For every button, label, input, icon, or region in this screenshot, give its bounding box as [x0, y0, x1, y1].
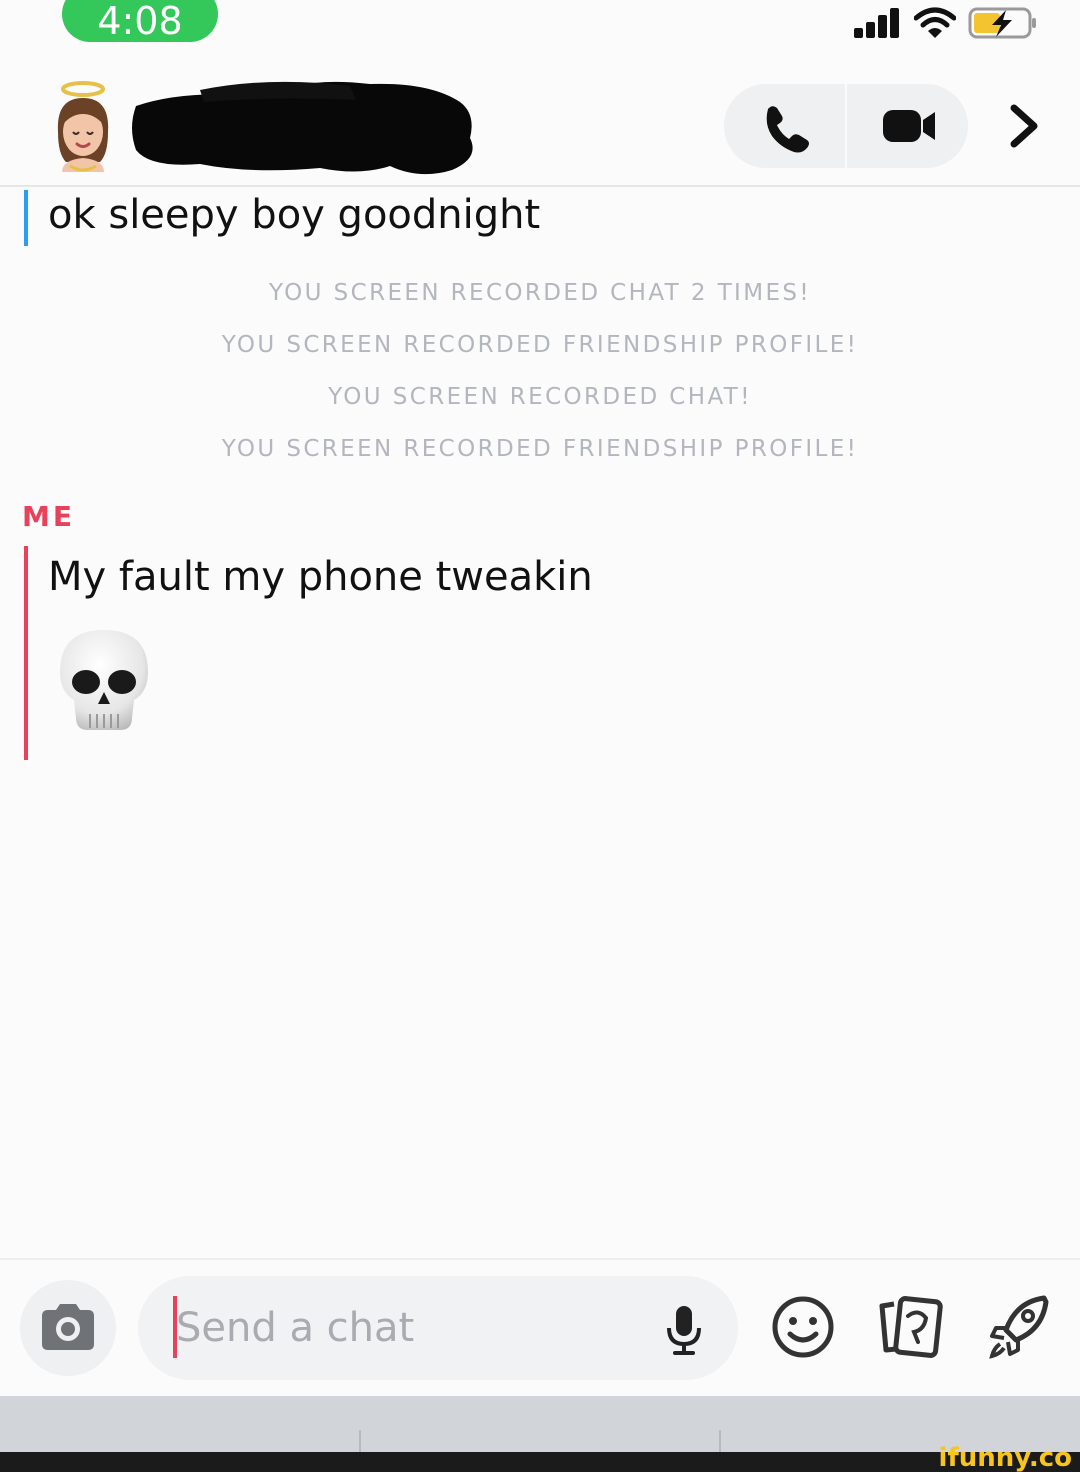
composer-divider	[0, 1258, 1080, 1260]
call-button-group	[724, 84, 968, 168]
wifi-icon	[914, 7, 956, 38]
sender-label-me: ME	[22, 500, 75, 533]
screen-record-notice: YOU SCREEN RECORDED FRIENDSHIP PROFILE!	[221, 436, 859, 462]
keyboard-suggestion-strip	[0, 1396, 1080, 1452]
screen-record-notice: YOU SCREEN RECORDED CHAT 2 TIMES!	[268, 280, 812, 306]
screen-record-notice: YOU SCREEN RECORDED FRIENDSHIP PROFILE!	[221, 332, 859, 358]
screen-record-notice: YOU SCREEN RECORDED CHAT!	[328, 384, 752, 410]
emoji-button[interactable]	[770, 1294, 836, 1360]
video-camera-icon	[883, 110, 935, 142]
message-text: My fault my phone tweakin	[48, 554, 593, 600]
skull-emoji	[60, 630, 148, 730]
phone-icon	[766, 106, 809, 153]
message-sent[interactable]: My fault my phone tweakin	[24, 546, 1024, 762]
message-text: ok sleepy boy goodnight	[48, 192, 541, 238]
video-call-button[interactable]	[847, 84, 968, 168]
cellular-signal-icon	[854, 8, 904, 38]
microphone-icon	[667, 1306, 701, 1355]
header-divider	[0, 185, 1080, 187]
watermark-logo: ifunny.co	[938, 1443, 1072, 1472]
status-time-pill: 4:08	[62, 0, 218, 43]
watermark-bar	[0, 1452, 1080, 1472]
stickers-cards-button[interactable]	[872, 1294, 948, 1360]
voice-note-button[interactable]	[660, 1302, 708, 1358]
open-profile-button[interactable]	[998, 96, 1050, 156]
battery-charging-icon	[968, 7, 1036, 39]
status-bar: 4:08	[0, 0, 1080, 60]
smiley-icon	[772, 1296, 834, 1358]
chevron-right-icon	[1010, 104, 1038, 148]
message-received[interactable]: ok sleepy boy goodnight	[24, 188, 1024, 246]
chat-header	[0, 60, 1080, 186]
camera-button[interactable]	[20, 1280, 116, 1376]
bitmoji-avatar[interactable]	[48, 80, 118, 172]
status-time: 4:08	[97, 0, 183, 43]
sender-accent-bar	[24, 190, 28, 246]
stickers-cards-icon	[879, 1296, 943, 1358]
sender-accent-bar	[24, 546, 28, 760]
games-rocket-button[interactable]	[986, 1292, 1052, 1362]
rocket-icon	[989, 1295, 1049, 1359]
chat-input[interactable]	[138, 1276, 738, 1380]
voice-call-button[interactable]	[724, 84, 845, 168]
camera-icon	[42, 1304, 94, 1350]
redacted-contact-name	[132, 81, 473, 175]
text-cursor	[173, 1296, 177, 1358]
